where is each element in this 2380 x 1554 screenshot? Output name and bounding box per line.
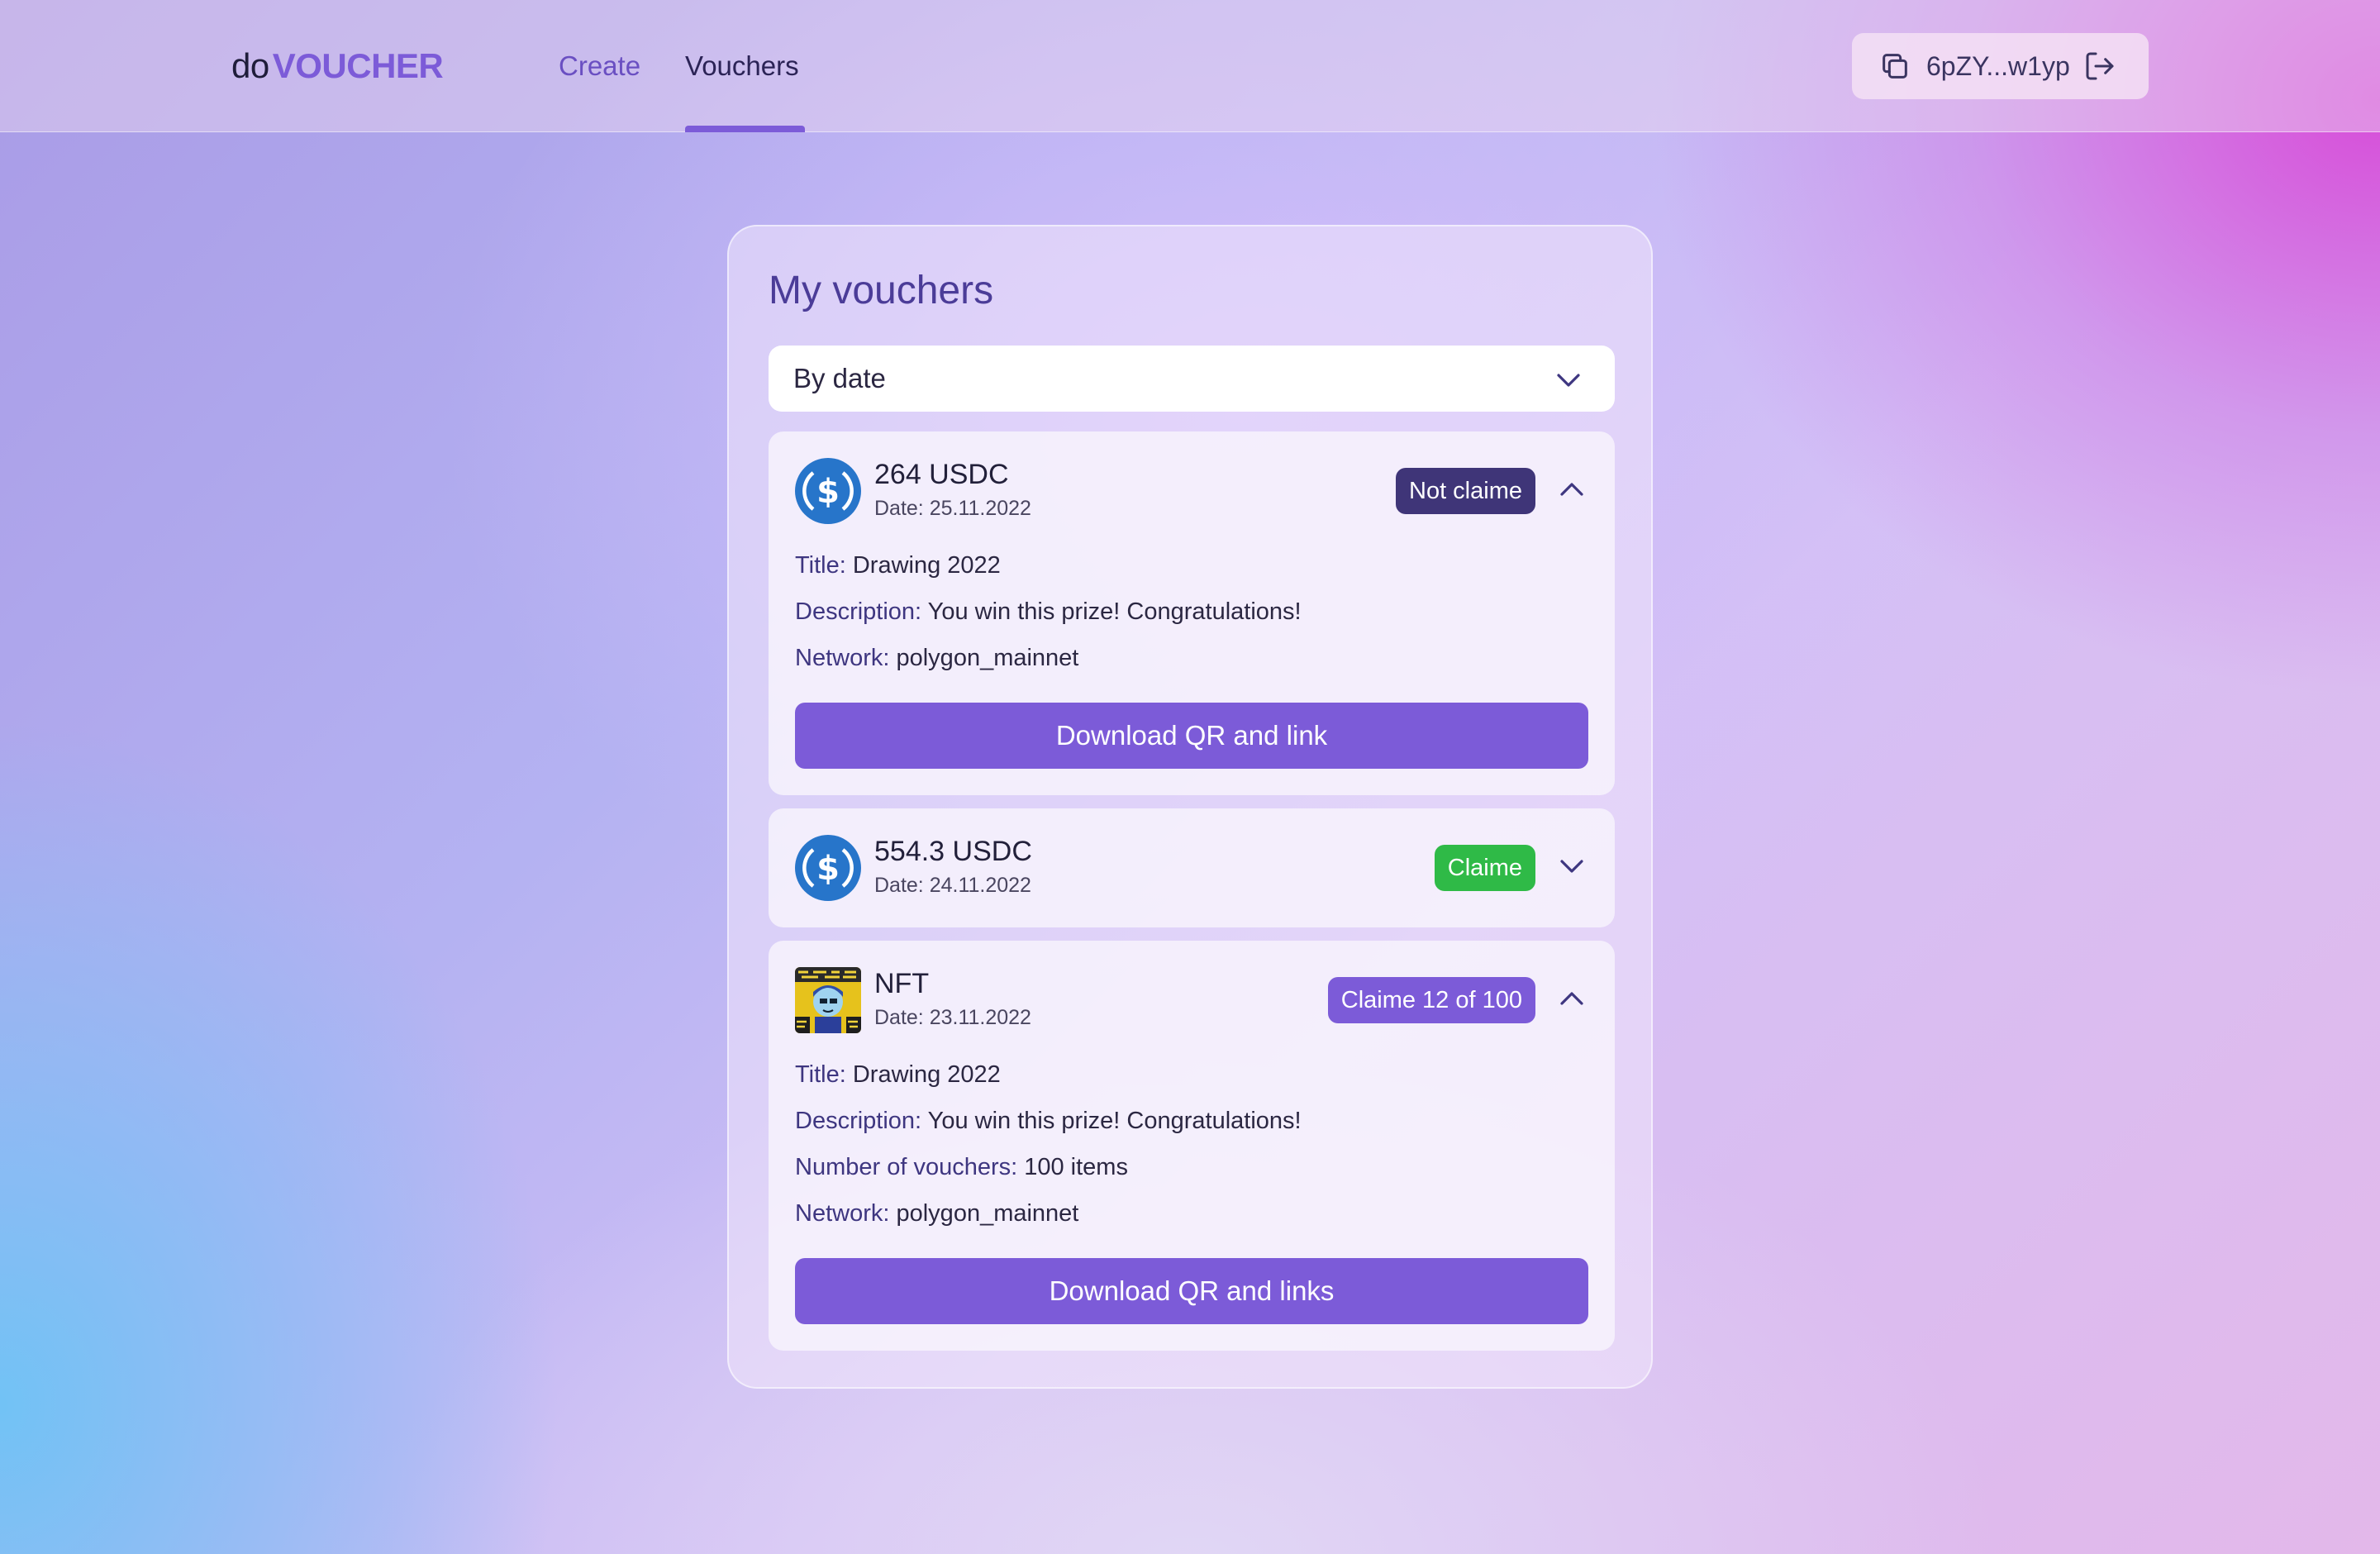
detail-label: Title: [795, 1061, 846, 1088]
collapse-chevron-icon[interactable] [1559, 987, 1585, 1014]
detail-value: You win this prize! Congratulations! [927, 598, 1302, 625]
logo-prefix: do [231, 46, 269, 85]
status-badge: Claime [1434, 845, 1535, 891]
sort-select[interactable]: By date [769, 346, 1615, 412]
detail-label: Description: [795, 1108, 922, 1134]
copy-icon[interactable] [1878, 50, 1911, 83]
voucher-amount: 554.3 USDC [874, 836, 1032, 867]
expand-chevron-icon[interactable] [1559, 855, 1585, 882]
usdc-icon: $ [795, 458, 861, 524]
detail-label: Description: [795, 598, 922, 625]
svg-text:$: $ [816, 850, 840, 888]
app-logo[interactable]: doVOUCHER [231, 46, 444, 86]
chevron-down-icon [1555, 367, 1582, 398]
detail-value: polygon_mainnet [896, 1200, 1079, 1227]
usdc-icon: $ [795, 835, 861, 901]
detail-title: Title: Drawing 2022 [795, 551, 1001, 580]
detail-value: Drawing 2022 [852, 552, 1001, 579]
detail-description: Description: You win this prize! Congrat… [795, 1106, 1302, 1136]
voucher-amount: NFT [874, 968, 930, 999]
detail-label: Title: [795, 552, 846, 579]
detail-network: Network: polygon_mainnet [795, 643, 1078, 673]
logo-brand: VOUCHER [272, 46, 444, 85]
voucher-date: Date: 25.11.2022 [874, 497, 1031, 520]
detail-voucher-count: Number of vouchers: 100 items [795, 1152, 1128, 1182]
download-qr-button[interactable]: Download QR and link [795, 703, 1588, 769]
status-badge: Not claime [1396, 468, 1535, 514]
vouchers-panel: My vouchers By date $ 264 USDC Date: 25.… [727, 225, 1653, 1389]
wallet-address: 6pZY...w1yp [1926, 50, 2070, 81]
detail-network: Network: polygon_mainnet [795, 1199, 1078, 1228]
detail-label: Number of vouchers: [795, 1154, 1018, 1180]
voucher-amount: 264 USDC [874, 459, 1009, 490]
voucher-date: Date: 24.11.2022 [874, 874, 1031, 897]
nft-image [795, 967, 861, 1033]
status-badge: Claime 12 of 100 [1327, 977, 1535, 1023]
voucher-card: $ 264 USDC Date: 25.11.2022 Not claime T… [769, 431, 1615, 795]
detail-title: Title: Drawing 2022 [795, 1060, 1001, 1089]
detail-value: 100 items [1024, 1154, 1128, 1180]
detail-description: Description: You win this prize! Congrat… [795, 597, 1302, 627]
svg-text:$: $ [816, 473, 840, 511]
voucher-card: NFT Date: 23.11.2022 Claime 12 of 100 Ti… [769, 941, 1615, 1351]
nav-vouchers[interactable]: Vouchers [685, 50, 799, 83]
download-qr-links-button[interactable]: Download QR and links [795, 1258, 1588, 1324]
logout-icon[interactable] [2083, 50, 2116, 83]
detail-label: Network: [795, 1200, 890, 1227]
nav-create[interactable]: Create [559, 50, 640, 83]
active-nav-indicator [685, 126, 805, 132]
detail-value: You win this prize! Congratulations! [927, 1108, 1302, 1134]
voucher-card: $ 554.3 USDC Date: 24.11.2022 Claime [769, 808, 1615, 927]
voucher-date: Date: 23.11.2022 [874, 1006, 1031, 1029]
wallet-button[interactable]: 6pZY...w1yp [1852, 33, 2149, 99]
detail-value: Drawing 2022 [852, 1061, 1001, 1088]
detail-label: Network: [795, 645, 890, 671]
collapse-chevron-icon[interactable] [1559, 478, 1585, 505]
page-title: My vouchers [769, 269, 994, 312]
detail-value: polygon_mainnet [896, 645, 1079, 671]
top-navbar: doVOUCHER Create Vouchers 6pZY...w1yp [0, 0, 2380, 132]
sort-selected-value: By date [793, 363, 886, 393]
